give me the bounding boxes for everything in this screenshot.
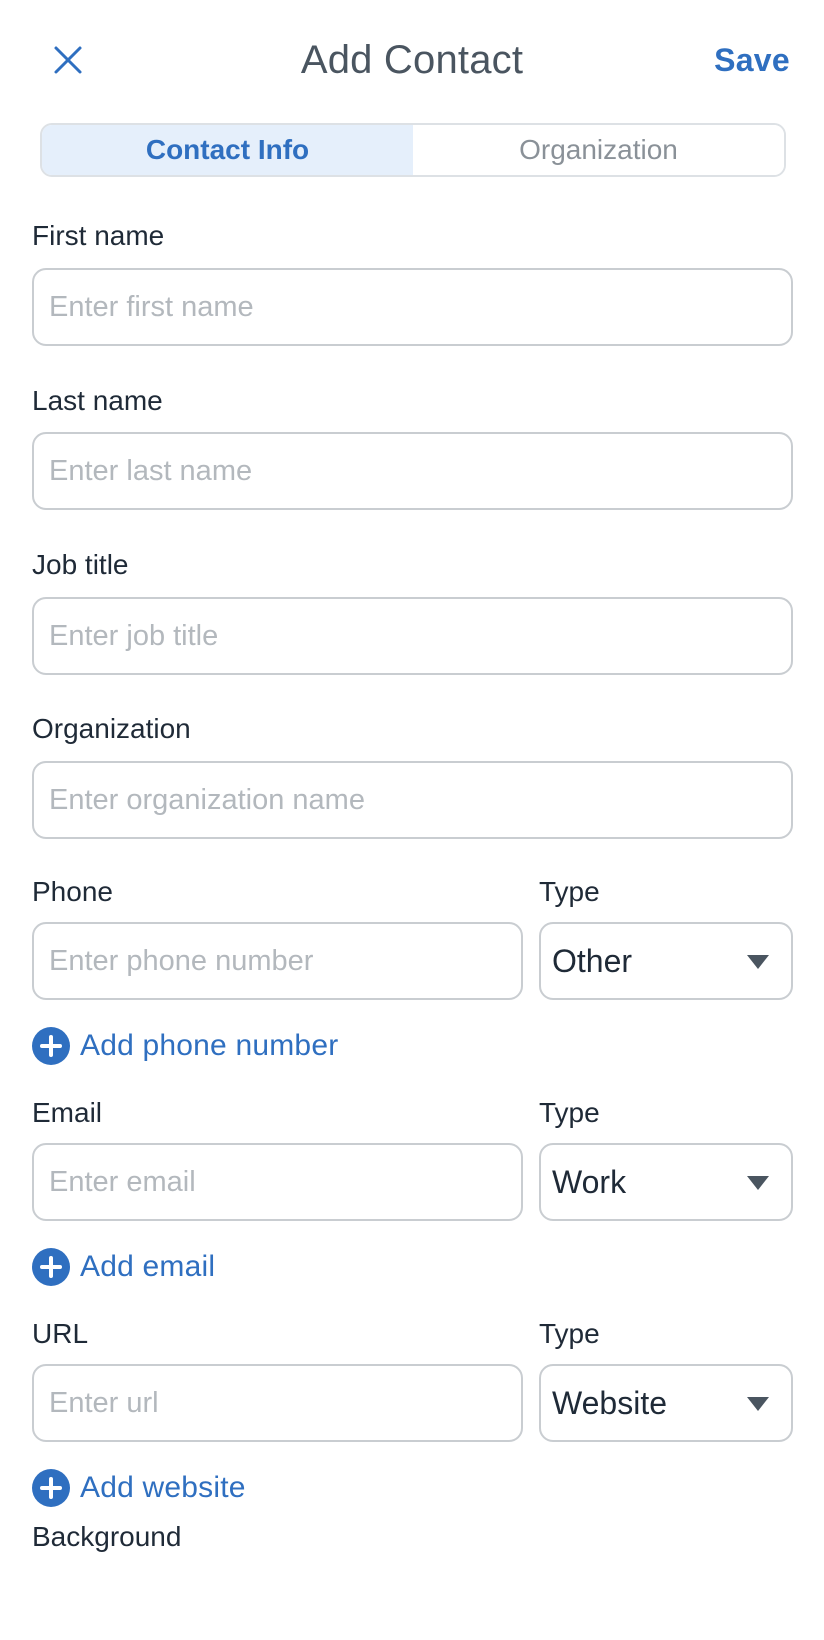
organization-input[interactable]: [32, 761, 793, 839]
url-input[interactable]: [32, 1364, 523, 1442]
email-type-value: Work: [552, 1163, 627, 1200]
email-label: Email: [32, 1097, 103, 1128]
email-type-select[interactable]: Work: [539, 1143, 793, 1221]
url-type-select[interactable]: Website: [539, 1364, 793, 1442]
first-name-input[interactable]: [32, 268, 793, 346]
background-label: Background: [32, 1521, 182, 1552]
job-title-input[interactable]: [32, 597, 793, 675]
plus-circle-icon: [32, 1248, 70, 1286]
email-type-label: Type: [539, 1097, 600, 1128]
last-name-label: Last name: [32, 385, 163, 416]
chevron-down-icon: [747, 1397, 769, 1411]
chevron-down-icon: [747, 955, 769, 969]
segmented-control: Contact Info Organization: [40, 123, 786, 177]
phone-type-value: Other: [552, 942, 633, 979]
phone-type-select[interactable]: Other: [539, 922, 793, 1000]
chevron-down-icon: [747, 1176, 769, 1190]
add-website-label: Add website: [80, 1471, 246, 1504]
last-name-input[interactable]: [32, 432, 793, 510]
add-phone-button[interactable]: Add phone number: [32, 1026, 338, 1066]
phone-input[interactable]: [32, 922, 523, 1000]
url-type-value: Website: [552, 1384, 668, 1421]
tab-contact-info[interactable]: Contact Info: [42, 125, 413, 175]
page-title: Add Contact: [300, 38, 524, 82]
organization-label: Organization: [32, 713, 191, 744]
phone-label: Phone: [32, 876, 113, 907]
plus-circle-icon: [32, 1027, 70, 1065]
add-website-button[interactable]: Add website: [32, 1468, 246, 1508]
plus-circle-icon: [32, 1469, 70, 1507]
url-label: URL: [32, 1318, 89, 1349]
add-email-label: Add email: [80, 1250, 216, 1283]
email-input[interactable]: [32, 1143, 523, 1221]
url-type-label: Type: [539, 1318, 600, 1349]
add-email-button[interactable]: Add email: [32, 1247, 215, 1287]
job-title-label: Job title: [32, 549, 129, 580]
header: Add Contact Save: [0, 0, 824, 120]
phone-type-label: Type: [539, 876, 600, 907]
save-button[interactable]: Save: [714, 42, 790, 79]
tab-organization[interactable]: Organization: [413, 125, 784, 175]
add-phone-label: Add phone number: [80, 1029, 339, 1062]
first-name-label: First name: [32, 220, 165, 251]
